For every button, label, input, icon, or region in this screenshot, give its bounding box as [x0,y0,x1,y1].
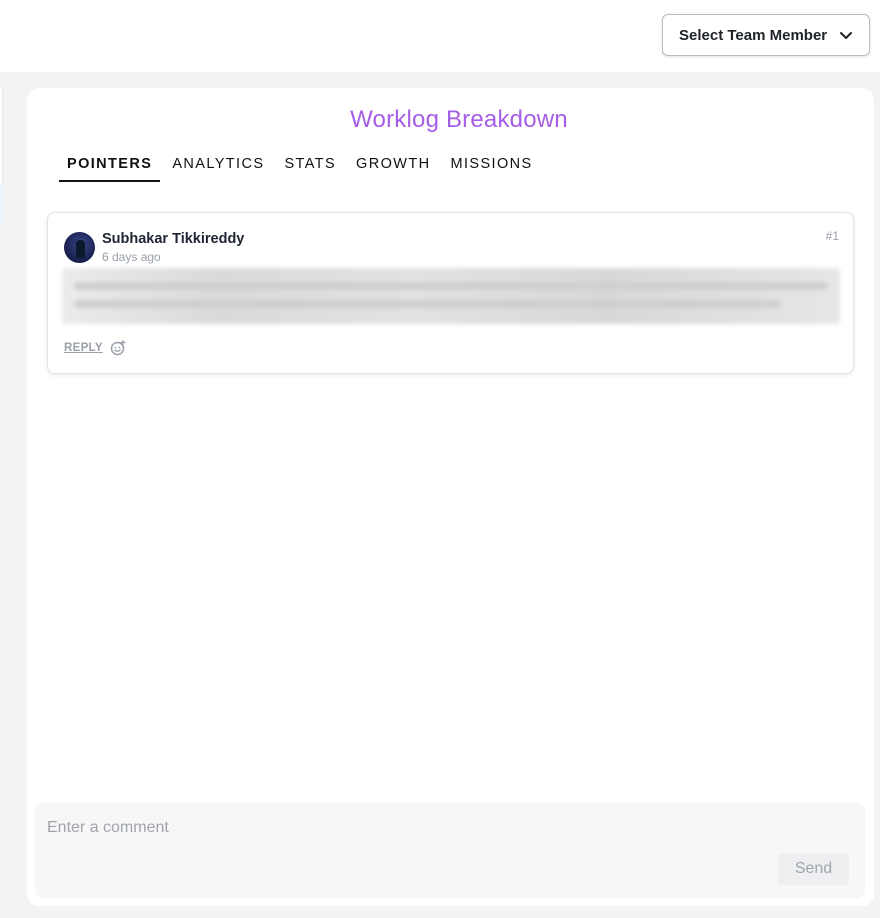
top-bar: Select Team Member [0,0,880,72]
select-team-member-dropdown[interactable]: Select Team Member [662,14,870,56]
add-emoji-icon[interactable] [110,340,126,356]
comment-card: Subhakar Tikkireddy 6 days ago #1 REPLY [47,212,854,374]
tab-pointers[interactable]: POINTERS [59,148,161,182]
left-sidebar-edge [0,88,3,184]
worklog-panel: Worklog Breakdown POINTERS ANALYTICS STA… [27,88,874,906]
send-button[interactable]: Send [778,853,849,885]
reply-button[interactable]: REPLY [64,342,103,354]
panel-title: Worklog Breakdown [350,106,568,133]
avatar [64,232,95,263]
tab-growth[interactable]: GROWTH [348,148,438,182]
tab-missions[interactable]: MISSIONS [442,148,540,182]
tab-bar: POINTERS ANALYTICS STATS GROWTH MISSIONS [59,148,545,184]
select-team-member-label: Select Team Member [679,26,828,44]
tab-stats[interactable]: STATS [276,148,344,182]
comment-composer: Send [35,803,865,898]
comment-number: #1 [825,229,839,243]
comment-body-blurred [62,268,840,324]
comment-author: Subhakar Tikkireddy [102,231,245,247]
tab-analytics[interactable]: ANALYTICS [164,148,272,182]
left-sidebar-edge-highlight [0,184,3,224]
comment-timestamp: 6 days ago [102,250,161,264]
chevron-down-icon [840,32,852,39]
comment-input[interactable] [47,817,747,839]
